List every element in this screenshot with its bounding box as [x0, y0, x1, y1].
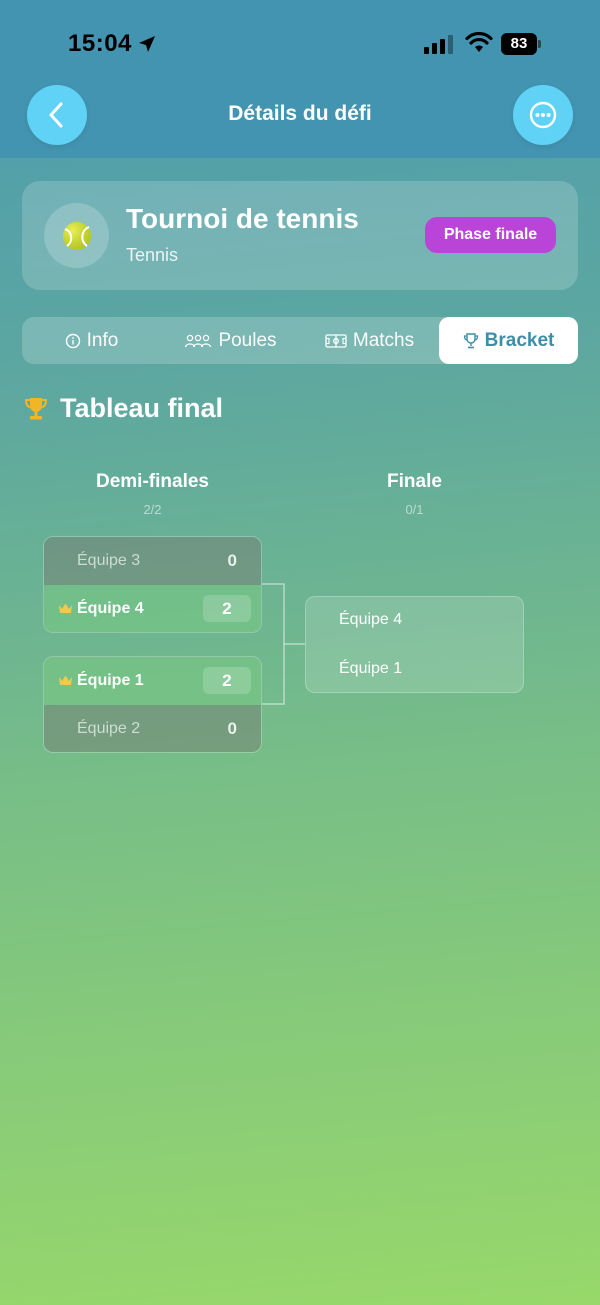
team-row: Équipe 2 0 — [44, 705, 261, 752]
team-name: Équipe 3 — [77, 552, 141, 569]
team-name: Équipe 2 — [77, 720, 141, 737]
final-team-name: Équipe 4 — [339, 611, 403, 628]
team-row-winner: Équipe 4 2 — [44, 585, 261, 632]
team-score: 0 — [227, 719, 237, 738]
team-score: 0 — [227, 551, 237, 570]
team-name: Équipe 1 — [77, 672, 144, 689]
final-match[interactable]: Équipe 4 Équipe 1 — [305, 596, 524, 693]
final-team-name: Équipe 1 — [339, 660, 403, 677]
team-row: Équipe 3 0 — [44, 537, 261, 585]
team-score: 2 — [203, 595, 251, 622]
semifinal-match-1[interactable]: Équipe 3 0 Équipe 4 2 — [43, 536, 262, 633]
team-name: Équipe 4 — [77, 600, 144, 617]
crown-icon — [59, 603, 72, 613]
team-score: 2 — [203, 667, 251, 694]
team-row-winner: Équipe 1 2 — [44, 657, 261, 705]
semifinal-match-2[interactable]: Équipe 1 2 Équipe 2 0 — [43, 656, 262, 753]
crown-icon — [59, 675, 72, 685]
